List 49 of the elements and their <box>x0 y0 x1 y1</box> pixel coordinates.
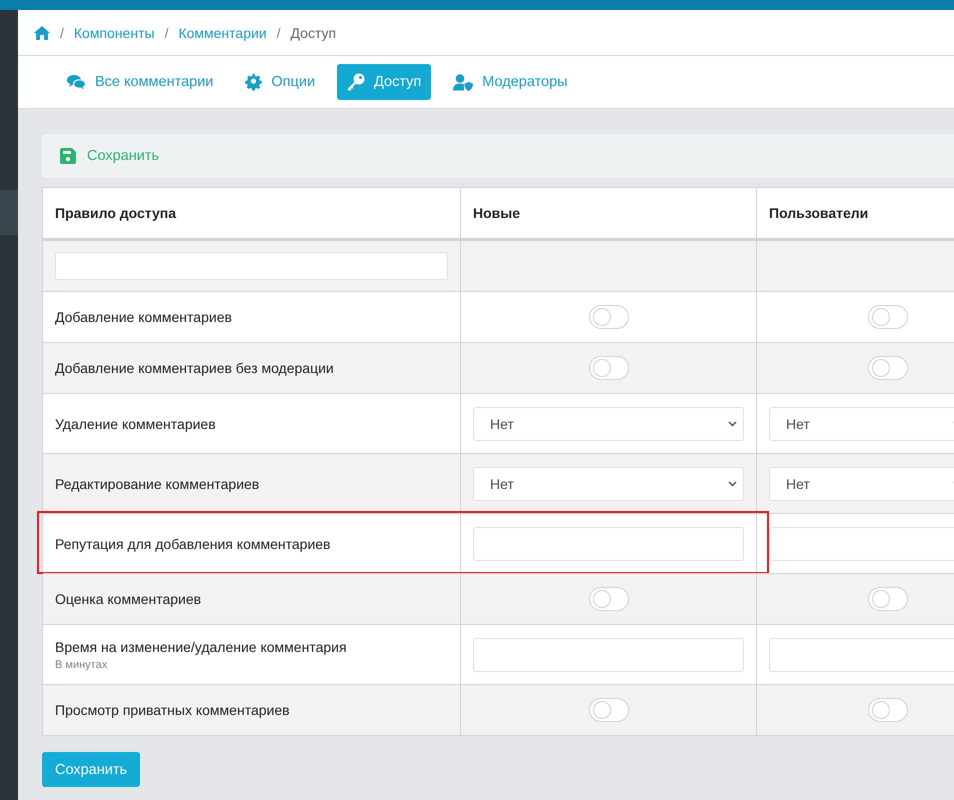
toggle-switch[interactable] <box>588 356 628 380</box>
rule-label: Добавление комментариев без модерации <box>55 360 334 376</box>
save-link[interactable]: Сохранить <box>60 148 160 164</box>
rule-label: Просмотр приватных комментариев <box>55 702 290 718</box>
rule-label: Добавление комментариев <box>55 309 232 325</box>
filter-field[interactable] <box>55 252 448 280</box>
toggle-switch[interactable] <box>868 698 908 722</box>
input-field[interactable] <box>473 638 744 672</box>
toggle-switch[interactable] <box>868 356 908 380</box>
toggle-switch[interactable] <box>868 305 908 329</box>
breadcrumb-separator: / <box>164 24 168 40</box>
rule-label: Редактирование комментариев <box>55 476 260 492</box>
gear-icon <box>245 74 262 90</box>
input-field[interactable] <box>769 526 954 560</box>
rule-label: Оценка комментариев <box>55 591 202 607</box>
home-icon[interactable] <box>34 26 50 40</box>
dropdown[interactable]: Нет <box>769 466 954 500</box>
input-field[interactable] <box>473 526 744 560</box>
save-button[interactable]: Сохранить <box>42 752 140 787</box>
user-shield-icon <box>453 74 474 90</box>
rule-label: Время на изменение/удаление комментария <box>55 638 347 654</box>
column-header: Пользователи <box>769 205 868 221</box>
tab[interactable]: Доступ <box>337 64 432 100</box>
dropdown[interactable]: Нет <box>769 406 954 440</box>
dropdown[interactable]: Нет <box>473 466 744 500</box>
column-header: Новые <box>473 205 520 221</box>
tab[interactable]: Модераторы <box>443 64 578 100</box>
toggle-switch[interactable] <box>588 305 628 329</box>
dropdown[interactable]: Нет <box>473 406 744 440</box>
toggle-switch[interactable] <box>588 698 628 722</box>
input-field[interactable] <box>769 638 954 672</box>
chevron-down-icon <box>728 420 737 426</box>
breadcrumb-current: Доступ <box>290 24 336 40</box>
rule-label: Репутация для добавления комментариев <box>55 536 330 552</box>
sidebar-item[interactable] <box>0 190 18 235</box>
breadcrumb-link[interactable]: Комментарии <box>178 24 267 40</box>
chevron-down-icon <box>728 480 737 486</box>
tab[interactable]: Все комментарии <box>57 65 224 99</box>
rule-label: Удаление комментариев <box>55 416 216 432</box>
breadcrumb-separator: / <box>276 24 281 40</box>
breadcrumb-link[interactable]: Компоненты <box>74 24 155 40</box>
column-header: Правило доступа <box>55 205 176 221</box>
chat-bubbles-icon <box>67 74 86 90</box>
toggle-switch[interactable] <box>868 587 908 611</box>
key-icon <box>347 73 366 91</box>
toggle-switch[interactable] <box>588 587 628 611</box>
hint-text: В минутах <box>55 658 108 670</box>
breadcrumb-separator: / <box>60 24 64 40</box>
tab[interactable]: Опции <box>235 64 326 100</box>
